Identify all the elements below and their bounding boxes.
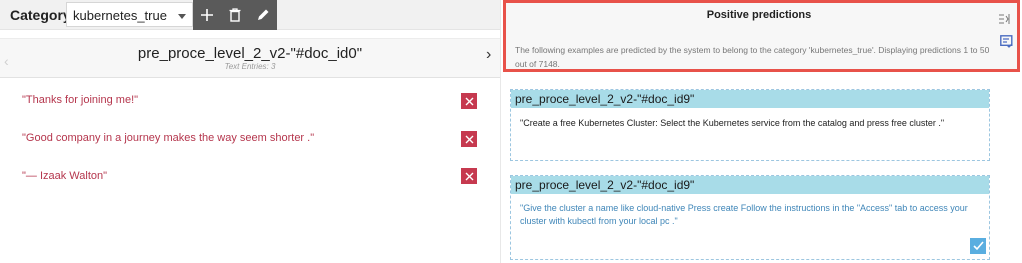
prediction-card-text: "Create a free Kubernetes Cluster: Selec… (520, 118, 945, 128)
remove-entry-button[interactable] (461, 168, 477, 184)
accept-prediction-checkbox[interactable] (970, 238, 986, 254)
text-entry: "Thanks for joining me!" (22, 94, 139, 106)
close-icon (465, 135, 473, 143)
document-header: ‹ pre_proce_level_2_v2-"#doc_id0" Text E… (0, 38, 500, 78)
chevron-down-icon (178, 14, 186, 19)
trash-icon (229, 8, 241, 22)
category-select[interactable]: kubernetes_true (66, 2, 193, 27)
add-category-button[interactable] (193, 0, 221, 30)
prediction-card-text: "Give the cluster a name like cloud-nati… (520, 203, 968, 226)
pencil-icon (258, 9, 269, 20)
delete-category-button[interactable] (221, 0, 249, 30)
prediction-card[interactable]: pre_proce_level_2_v2-"#doc_id9" "Create … (510, 89, 990, 161)
panel-divider (500, 0, 501, 263)
predictions-header: Positive predictions The following examp… (503, 0, 1020, 72)
collapse-panel-icon[interactable] (998, 12, 1010, 30)
category-toolbar: Category: kubernetes_true (0, 0, 500, 30)
prediction-card-title: pre_proce_level_2_v2-"#doc_id9" (511, 90, 989, 108)
category-select-value: kubernetes_true (73, 8, 167, 23)
text-entry: "Good company in a journey makes the way… (22, 132, 315, 144)
close-icon (465, 97, 473, 105)
prediction-card[interactable]: pre_proce_level_2_v2-"#doc_id9" "Give th… (510, 175, 990, 260)
plus-icon (201, 9, 213, 21)
category-tools (193, 0, 277, 30)
close-icon (465, 172, 473, 180)
predictions-title: Positive predictions (706, 9, 812, 21)
checkmark-icon (972, 241, 984, 251)
document-title: pre_proce_level_2_v2-"#doc_id0" (137, 45, 363, 62)
prediction-card-title: pre_proce_level_2_v2-"#doc_id9" (511, 176, 989, 194)
text-entries-count: Text Entries: 3 (224, 62, 276, 71)
remove-entry-button[interactable] (461, 131, 477, 147)
remove-entry-button[interactable] (461, 93, 477, 109)
checklist-icon[interactable] (1000, 35, 1013, 53)
chevron-right-icon[interactable]: › (486, 46, 491, 64)
edit-category-button[interactable] (249, 0, 277, 30)
predictions-description: The following examples are predicted by … (515, 45, 990, 69)
text-entry: "— Izaak Walton" (22, 170, 108, 182)
